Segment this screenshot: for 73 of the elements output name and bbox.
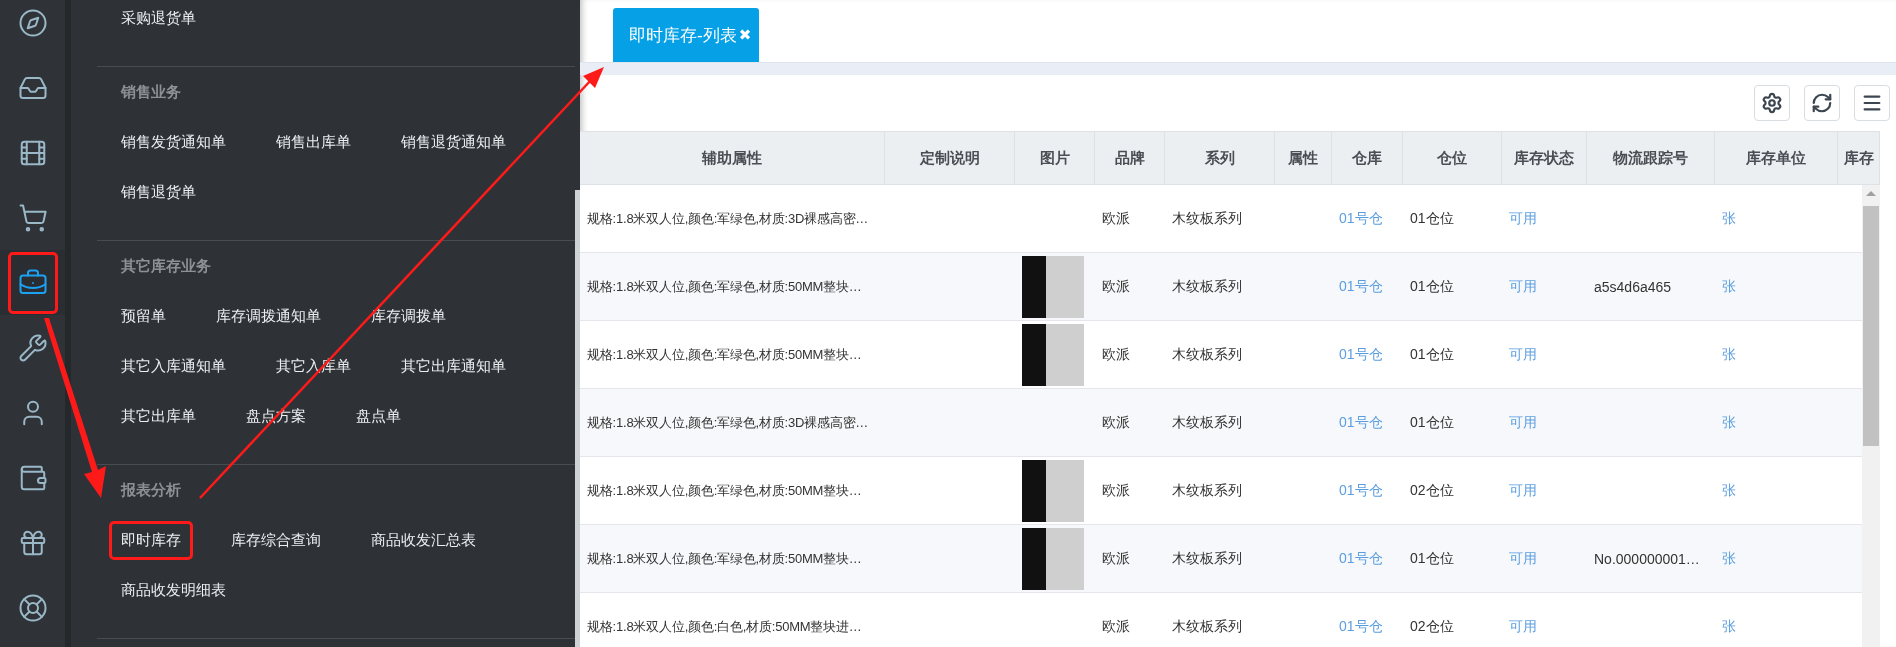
- menu-item[interactable]: 盘点单: [356, 406, 401, 426]
- column-header[interactable]: 图片: [1015, 132, 1095, 184]
- table-cell: 规格:1.8米双人位,颜色:军绿色,材质:50MM整块…: [587, 481, 862, 500]
- table-cell: 木纹板系列: [1172, 277, 1242, 296]
- table-cell: 欧派: [1102, 277, 1130, 296]
- table-cell: 木纹板系列: [1172, 209, 1242, 228]
- menu-section-header: 报表分析: [121, 480, 182, 500]
- column-header[interactable]: 库存状态: [1502, 132, 1587, 184]
- menu-item[interactable]: 采购退货单: [121, 8, 196, 28]
- menu-item[interactable]: 销售退货通知单: [401, 132, 506, 152]
- table-cell: 规格:1.8米双人位,颜色:白色,材质:50MM整块进…: [587, 617, 862, 636]
- settings-button[interactable]: [1754, 85, 1790, 121]
- table-cell: 规格:1.8米双人位,颜色:军绿色,材质:50MM整块…: [587, 549, 862, 568]
- menu-section-header: 其它库存业务: [121, 256, 212, 276]
- column-header[interactable]: 仓库: [1332, 132, 1403, 184]
- table-cell: 02仓位: [1410, 617, 1454, 636]
- lifebuoy-icon: [17, 592, 48, 623]
- table-cell: a5s4d6a465: [1594, 278, 1672, 295]
- menu-item[interactable]: 其它出库单: [121, 406, 196, 426]
- column-header[interactable]: 定制说明: [885, 132, 1015, 184]
- table-cell: 01仓位: [1410, 345, 1454, 364]
- table-cell: 规格:1.8米双人位,颜色:军绿色,材质:3D裸感高密…: [587, 413, 869, 432]
- table-cell: 木纹板系列: [1172, 481, 1242, 500]
- column-header[interactable]: 辅助属性: [580, 132, 885, 184]
- menu-item[interactable]: 预留单: [121, 306, 166, 326]
- table-cell: 木纹板系列: [1172, 617, 1242, 636]
- menu-button[interactable]: [1854, 85, 1890, 121]
- table-cell: 欧派: [1102, 549, 1130, 568]
- column-header[interactable]: 库存单位: [1715, 132, 1838, 184]
- rail-item[interactable]: [0, 250, 65, 315]
- cart-icon: [17, 202, 48, 233]
- menu-item[interactable]: 其它入库通知单: [121, 356, 226, 376]
- menu-icon: [1861, 92, 1883, 114]
- table-cell: 木纹板系列: [1172, 345, 1242, 364]
- menu-item[interactable]: 其它出库通知单: [401, 356, 506, 376]
- menu-item[interactable]: 商品收发明细表: [121, 580, 226, 600]
- table-cell: 木纹板系列: [1172, 413, 1242, 432]
- menu-item[interactable]: 销售退货单: [121, 182, 196, 202]
- column-header[interactable]: 属性: [1275, 132, 1332, 184]
- column-header[interactable]: 物流跟踪号: [1587, 132, 1715, 184]
- table-cell: 01仓位: [1410, 413, 1454, 432]
- refresh-icon: [1811, 92, 1833, 114]
- table-cell: 欧派: [1102, 413, 1130, 432]
- menu-item[interactable]: 销售出库单: [276, 132, 351, 152]
- column-header[interactable]: 库存: [1838, 132, 1880, 184]
- scrollbar[interactable]: [575, 190, 580, 647]
- menu-item[interactable]: 销售发货通知单: [121, 132, 226, 152]
- table-cell: 01仓位: [1410, 209, 1454, 228]
- table-cell: 01仓位: [1410, 549, 1454, 568]
- scrollbar[interactable]: [1862, 185, 1880, 647]
- table-cell: No.000000001…: [1594, 550, 1700, 567]
- table-cell: 规格:1.8米双人位,颜色:军绿色,材质:50MM整块…: [587, 345, 862, 364]
- column-header[interactable]: 系列: [1165, 132, 1275, 184]
- compass-icon: [17, 7, 48, 38]
- table-cell: 01仓位: [1410, 277, 1454, 296]
- menu-item[interactable]: 即时库存: [109, 520, 193, 560]
- settings-icon: [1761, 92, 1783, 114]
- table-cell: 规格:1.8米双人位,颜色:军绿色,材质:50MM整块…: [587, 277, 862, 296]
- wrench-icon: [17, 332, 48, 363]
- table-cell: 欧派: [1102, 617, 1130, 636]
- table-cell: 欧派: [1102, 481, 1130, 500]
- menu-item[interactable]: 库存调拨通知单: [216, 306, 321, 326]
- menu-section-header: 销售业务: [121, 82, 182, 102]
- table-cell: 欧派: [1102, 345, 1130, 364]
- table-cell: 木纹板系列: [1172, 549, 1242, 568]
- menu-item[interactable]: 库存综合查询: [231, 530, 321, 550]
- column-header[interactable]: 品牌: [1095, 132, 1165, 184]
- table-cell: 02仓位: [1410, 481, 1454, 500]
- table-cell: 规格:1.8米双人位,颜色:军绿色,材质:3D裸感高密…: [587, 209, 869, 228]
- table-cell: 欧派: [1102, 209, 1130, 228]
- column-header[interactable]: 仓位: [1403, 132, 1502, 184]
- menu-item[interactable]: 商品收发汇总表: [371, 530, 476, 550]
- refresh-button[interactable]: [1804, 85, 1840, 121]
